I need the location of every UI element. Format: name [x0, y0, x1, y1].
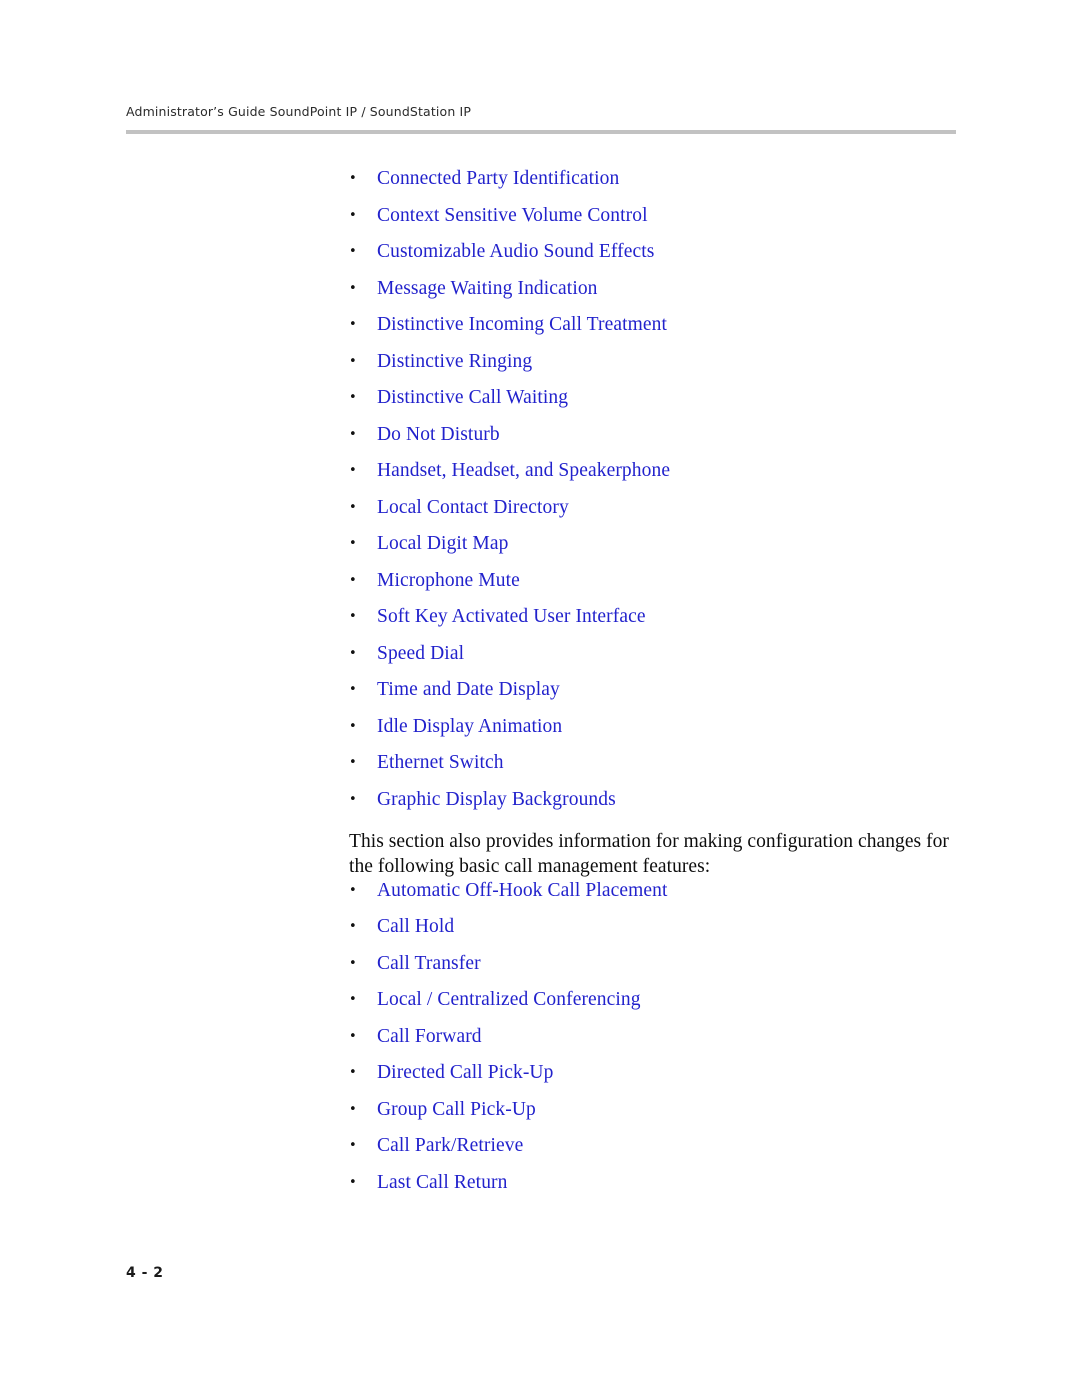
feature-link[interactable]: Local Digit Map [377, 533, 508, 554]
bullet-icon: • [349, 992, 357, 1007]
list-item[interactable]: • Distinctive Ringing [349, 351, 989, 373]
bullet-icon: • [349, 1101, 357, 1117]
call-management-link[interactable]: Call Park/Retrieve [377, 1135, 523, 1156]
bullet-icon: • [349, 1174, 357, 1190]
bullet-icon: • [349, 499, 357, 515]
header-divider-rule [126, 130, 956, 134]
list-item[interactable]: • Call Forward [349, 1026, 989, 1048]
bullet-icon: • [349, 682, 357, 697]
list-item[interactable]: • Ethernet Switch [349, 752, 989, 774]
feature-link[interactable]: Microphone Mute [377, 570, 520, 591]
list-item[interactable]: • Customizable Audio Sound Effects [349, 241, 989, 263]
call-management-link[interactable]: Call Transfer [377, 953, 481, 974]
call-management-link[interactable]: Directed Call Pick-Up [377, 1062, 553, 1083]
list-item[interactable]: • Speed Dial [349, 643, 989, 665]
list-item[interactable]: • Graphic Display Backgrounds [349, 789, 989, 811]
feature-link[interactable]: Local Contact Directory [377, 497, 569, 518]
bullet-icon: • [349, 207, 357, 223]
bullet-icon: • [349, 171, 357, 186]
feature-link[interactable]: Ethernet Switch [377, 752, 504, 773]
feature-link[interactable]: Distinctive Incoming Call Treatment [377, 314, 667, 335]
list-item[interactable]: • Call Transfer [349, 953, 989, 975]
feature-link[interactable]: Graphic Display Backgrounds [377, 789, 616, 810]
list-item[interactable]: • Distinctive Incoming Call Treatment [349, 314, 989, 336]
running-header-text: Administrator’s Guide SoundPoint IP / So… [126, 104, 472, 119]
feature-link[interactable]: Connected Party Identification [377, 168, 619, 189]
feature-link[interactable]: Do Not Disturb [377, 424, 500, 445]
bullet-icon: • [349, 353, 357, 369]
section-paragraph: This section also provides information f… [349, 830, 949, 878]
call-management-link-list: • Automatic Off-Hook Call Placement • Ca… [349, 880, 989, 1194]
list-item[interactable]: • Idle Display Animation [349, 716, 989, 738]
call-management-link[interactable]: Call Hold [377, 916, 454, 937]
bullet-icon: • [349, 536, 357, 551]
bullet-icon: • [349, 645, 357, 661]
feature-link-list: • Connected Party Identification • Conte… [349, 168, 989, 811]
list-item[interactable]: • Message Waiting Indication [349, 278, 989, 300]
list-item[interactable]: • Distinctive Call Waiting [349, 387, 989, 409]
call-management-link[interactable]: Automatic Off-Hook Call Placement [377, 880, 668, 901]
list-item[interactable]: • Do Not Disturb [349, 424, 989, 446]
list-item[interactable]: • Call Park/Retrieve [349, 1135, 989, 1157]
call-management-link[interactable]: Group Call Pick-Up [377, 1099, 536, 1120]
list-item[interactable]: • Local Digit Map [349, 533, 989, 555]
call-management-link[interactable]: Call Forward [377, 1026, 482, 1047]
feature-link[interactable]: Message Waiting Indication [377, 278, 598, 299]
bullet-icon: • [349, 426, 357, 442]
bullet-icon: • [349, 609, 357, 624]
bullet-icon: • [349, 572, 357, 588]
list-item[interactable]: • Local Contact Directory [349, 497, 989, 519]
call-management-link[interactable]: Local / Centralized Conferencing [377, 989, 641, 1010]
bullet-icon: • [349, 244, 357, 259]
feature-link[interactable]: Context Sensitive Volume Control [377, 205, 648, 226]
list-item[interactable]: • Automatic Off-Hook Call Placement [349, 880, 989, 902]
list-item[interactable]: • Microphone Mute [349, 570, 989, 592]
bullet-icon: • [349, 919, 357, 934]
bullet-icon: • [349, 317, 357, 332]
bullet-icon: • [349, 280, 357, 296]
bullet-icon: • [349, 755, 357, 770]
feature-link[interactable]: Distinctive Ringing [377, 351, 532, 372]
page-number: 4 - 2 [126, 1265, 164, 1281]
feature-link[interactable]: Handset, Headset, and Speakerphone [377, 460, 670, 481]
page-footer: 4 - 2 [126, 1264, 164, 1282]
list-item[interactable]: • Handset, Headset, and Speakerphone [349, 460, 989, 482]
list-item[interactable]: • Time and Date Display [349, 679, 989, 701]
list-item[interactable]: • Connected Party Identification [349, 168, 989, 190]
list-item[interactable]: • Local / Centralized Conferencing [349, 989, 989, 1011]
bullet-icon: • [349, 1028, 357, 1044]
feature-link[interactable]: Time and Date Display [377, 679, 560, 700]
bullet-icon: • [349, 882, 357, 898]
list-item[interactable]: • Soft Key Activated User Interface [349, 606, 989, 628]
list-item[interactable]: • Group Call Pick-Up [349, 1099, 989, 1121]
feature-link[interactable]: Idle Display Animation [377, 716, 562, 737]
bullet-icon: • [349, 791, 357, 807]
bullet-icon: • [349, 718, 357, 734]
page-content: • Connected Party Identification • Conte… [349, 168, 989, 1208]
bullet-icon: • [349, 463, 357, 478]
running-header: Administrator’s Guide SoundPoint IP / So… [126, 104, 956, 120]
call-management-link[interactable]: Last Call Return [377, 1172, 508, 1193]
bullet-icon: • [349, 955, 357, 971]
bullet-icon: • [349, 1138, 357, 1153]
bullet-icon: • [349, 1065, 357, 1080]
document-page: Administrator’s Guide SoundPoint IP / So… [0, 0, 1080, 1397]
feature-link[interactable]: Distinctive Call Waiting [377, 387, 568, 408]
list-item[interactable]: • Directed Call Pick-Up [349, 1062, 989, 1084]
list-item[interactable]: • Last Call Return [349, 1172, 989, 1194]
list-item[interactable]: • Call Hold [349, 916, 989, 938]
feature-link[interactable]: Customizable Audio Sound Effects [377, 241, 654, 262]
list-item[interactable]: • Context Sensitive Volume Control [349, 205, 989, 227]
feature-link[interactable]: Speed Dial [377, 643, 464, 664]
feature-link[interactable]: Soft Key Activated User Interface [377, 606, 646, 627]
bullet-icon: • [349, 390, 357, 405]
